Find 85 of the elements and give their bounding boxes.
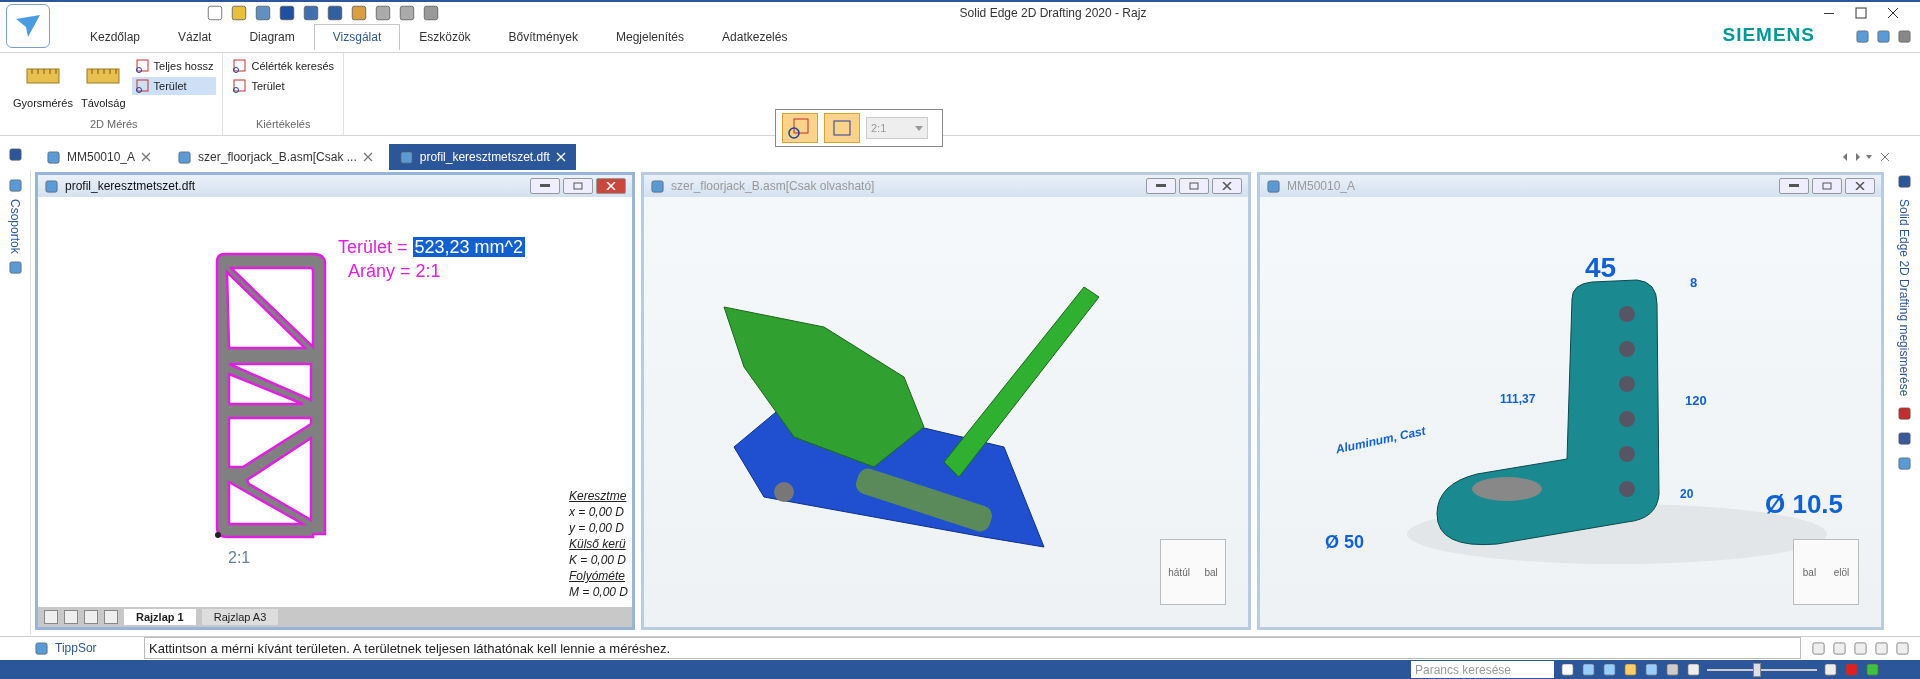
ribbon-button[interactable]: Célérték keresés [229,57,337,75]
property-text: y = 0,00 D [568,521,625,535]
ribbon-tab[interactable]: Kezdőlap [71,24,160,50]
tip-bar-label: TippSor [0,640,144,656]
sheet-tab[interactable]: Rajzlap A3 [201,609,279,625]
restore-icon [573,182,583,190]
dimension-label: 20 [1680,487,1694,501]
area-tool-button[interactable] [782,113,818,143]
tab-navigation-icon[interactable] [1842,152,1872,162]
ribbon-tab[interactable]: Adatkezelés [703,24,807,50]
scale-ratio-label: Arány = 2:1 [348,261,441,282]
view-cube[interactable]: bal elöl [1793,539,1859,605]
groups-panel-tab[interactable]: Csoportok [8,199,22,254]
window-title: szer_floorjack_B.asm[Csak olvasható] [671,179,875,193]
property-text: Keresztme [568,489,628,503]
close-button[interactable] [1845,178,1875,194]
group-label: 2D Mérés [88,118,139,132]
restore-icon [1822,182,1832,190]
minimize-icon [540,184,550,188]
ribbon-tab[interactable]: Megjelenítés [597,24,704,50]
document-tab[interactable]: szer_floorjack_B.asm[Csak ... [167,144,383,170]
dimension-label: 120 [1685,393,1707,408]
area-icon [134,58,151,74]
area-icon [788,117,812,139]
property-text: Folyóméte [568,569,626,583]
close-button[interactable] [596,178,626,194]
group-label: Kiértékelés [255,118,312,132]
application-button[interactable] [6,4,50,48]
property-text: Külső kerü [568,537,627,551]
window-title: profil_keresztmetszet.dft [65,179,196,193]
caret-icon [915,125,923,131]
dimension-label: 8 [1690,275,1698,290]
property-text: x = 0,00 D [568,505,625,519]
view-cube-label: bal [1802,566,1817,578]
window-title: Solid Edge 2D Drafting 2020 - Rajz [958,6,1148,20]
sheet-tab[interactable]: Rajzlap 1 [124,609,196,625]
previous-sheet-button[interactable] [64,610,78,624]
view-cube-label: bal [1204,566,1218,578]
document-tab[interactable]: profil_keresztmetszet.dft [388,144,576,170]
view-cube-label: elöl [1833,566,1850,578]
minimize-icon [1789,184,1799,188]
window-title: MM50010_A [1287,179,1356,193]
fit-view-button[interactable] [824,113,860,143]
document-tab[interactable]: MM50010_A [36,144,162,170]
area-icon [232,78,249,94]
restore-icon [1189,182,1199,190]
maximize-icon[interactable] [1854,6,1868,20]
minimize-icon [1156,184,1166,188]
area-measurement: Terület = 523,23 mm^2 [338,237,526,258]
first-sheet-button[interactable] [44,610,58,624]
zoom-slider-thumb[interactable] [1752,662,1761,677]
prompt-text: Kattintson a mérni kívánt területen. A területnek teljesen láthatónak kell lennie a méréshez. [144,637,1801,659]
ribbon-button[interactable]: Gyorsmérés [11,57,75,118]
frame-icon [832,119,852,137]
ribbon-button[interactable]: Terület [131,77,217,95]
ribbon-button[interactable]: Távolság [78,57,128,118]
minimize-button[interactable] [1779,178,1809,194]
view-cube[interactable]: hátúl bal [1160,539,1226,605]
ribbon-tab[interactable]: Diagram [230,24,314,50]
area-icon [232,58,249,74]
ribbon-tab[interactable]: Eszközök [400,24,490,50]
minimize-button[interactable] [1146,178,1176,194]
property-text: M = 0,00 D [568,585,628,599]
next-sheet-button[interactable] [84,610,98,624]
ribbon-tab[interactable]: Vizsgálat [313,24,401,50]
ribbon-tab[interactable]: Bővítmények [489,24,597,50]
minimize-button[interactable] [530,178,560,194]
property-text: K = 0,00 D [568,553,627,567]
brand-logo: SIEMENS [1722,24,1815,47]
view-scale-label: 2:1 [228,549,251,567]
dimension-label: 111,37 [1500,392,1536,406]
dimension-label: 45 [1585,252,1617,284]
close-button[interactable] [1212,178,1242,194]
paper-plane-icon [14,13,42,39]
ribbon-button[interactable]: Terület [229,77,337,95]
command-search-field[interactable]: Parancs keresése [1411,661,1554,678]
view-cube-label: hátúl [1168,566,1190,578]
ribbon-tab[interactable]: Vázlat [159,24,231,50]
area-icon [134,78,151,94]
dimension-label: Ø 50 [1325,532,1365,553]
dimension-label: Ø 10.5 [1765,489,1844,520]
last-sheet-button[interactable] [104,610,118,624]
help-panel-tab[interactable]: Solid Edge 2D Drafting megismerése [1897,199,1911,397]
ribbon-button[interactable]: Teljes hossz [131,57,217,75]
dimension-label: Aluminum, Cast [1334,423,1427,457]
